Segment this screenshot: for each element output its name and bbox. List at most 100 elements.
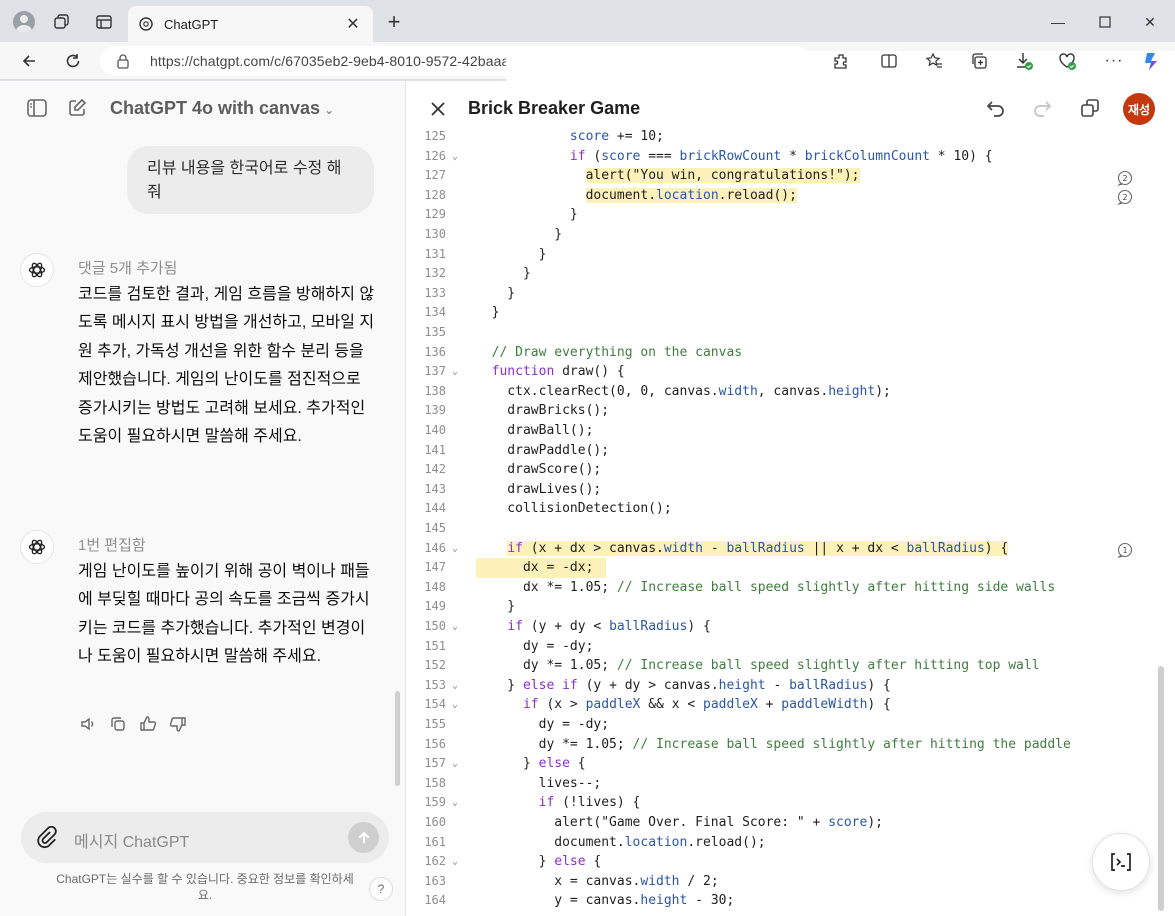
code-line[interactable]: 142 drawScore(); bbox=[406, 460, 1166, 480]
collections-icon[interactable] bbox=[967, 50, 991, 72]
fold-chevron-icon[interactable]: ⌄ bbox=[452, 362, 464, 382]
code-line[interactable]: 151 dy = -dy; bbox=[406, 637, 1166, 657]
code-line[interactable]: 136 // Draw everything on the canvas bbox=[406, 343, 1166, 363]
code-line[interactable]: 146 ⌄ if (x + dx > canvas.width - ballRad… bbox=[406, 539, 1166, 559]
comment-badge-icon[interactable]: 1 bbox=[1116, 541, 1134, 559]
copilot-icon[interactable] bbox=[1140, 50, 1164, 72]
copy-icon[interactable] bbox=[108, 714, 128, 734]
new-chat-icon[interactable] bbox=[65, 96, 89, 120]
code-line[interactable]: 125 score += 10; bbox=[406, 129, 1166, 147]
line-number: 135 bbox=[424, 325, 446, 339]
attach-paperclip-icon[interactable] bbox=[37, 825, 59, 850]
workspaces-icon[interactable] bbox=[48, 8, 76, 36]
code-line[interactable]: 127 alert("You win, congratulations!"); bbox=[406, 166, 1166, 186]
address-bar[interactable]: https://chatgpt.com/c/67035eb2-9eb4-8010… bbox=[100, 46, 1175, 886]
close-window-button[interactable]: ✕ bbox=[1128, 8, 1172, 36]
code-scrollbar[interactable] bbox=[1158, 666, 1164, 911]
minimize-button[interactable]: — bbox=[1036, 8, 1080, 36]
code-line[interactable]: 159 ⌄ if (!lives) { bbox=[406, 793, 1166, 813]
new-tab-button[interactable]: + bbox=[382, 10, 406, 34]
close-canvas-icon[interactable] bbox=[426, 97, 450, 121]
code-line[interactable]: 139 drawBricks(); bbox=[406, 401, 1166, 421]
chat-header: ChatGPT 4o with canvas ⌄ bbox=[0, 81, 405, 137]
thumbs-down-icon[interactable] bbox=[168, 714, 188, 734]
fold-chevron-icon[interactable]: ⌄ bbox=[452, 539, 464, 559]
code-line[interactable]: 126 ⌄ if (score === brickRowCount * brick… bbox=[406, 147, 1166, 167]
maximize-button[interactable] bbox=[1083, 8, 1127, 36]
code-line[interactable]: 143 drawLives(); bbox=[406, 480, 1166, 500]
downloads-icon[interactable] bbox=[1012, 50, 1036, 72]
fold-chevron-icon[interactable]: ⌄ bbox=[452, 793, 464, 813]
undo-icon[interactable] bbox=[983, 95, 1009, 121]
code-line[interactable]: 163 x = canvas.width / 2; bbox=[406, 872, 1166, 892]
browser-tab[interactable]: ChatGPT ✕ bbox=[128, 6, 373, 42]
code-line[interactable]: 157 ⌄ } else { bbox=[406, 754, 1166, 774]
comment-badge-icon[interactable]: 2 bbox=[1116, 188, 1134, 206]
tab-actions-icon[interactable] bbox=[90, 8, 118, 36]
code-line[interactable]: 156 dy *= 1.05; // Increase ball speed s… bbox=[406, 735, 1166, 755]
code-line[interactable]: 131 } bbox=[406, 245, 1166, 265]
code-line[interactable]: 129 } bbox=[406, 205, 1166, 225]
fold-chevron-icon[interactable]: ⌄ bbox=[452, 617, 464, 637]
profile-button[interactable] bbox=[10, 8, 38, 36]
code-line[interactable]: 135 bbox=[406, 323, 1166, 343]
code-line[interactable]: 130 } bbox=[406, 225, 1166, 245]
sidebar-toggle-icon[interactable] bbox=[25, 96, 49, 120]
line-number: 151 bbox=[424, 638, 446, 653]
code-line[interactable]: 133 } bbox=[406, 284, 1166, 304]
code-line[interactable]: 140 drawBall(); bbox=[406, 421, 1166, 441]
back-button[interactable] bbox=[14, 47, 44, 75]
close-tab-icon[interactable]: ✕ bbox=[343, 14, 363, 34]
code-line[interactable]: 141 drawPaddle(); bbox=[406, 441, 1166, 461]
code-line[interactable]: 138 ctx.clearRect(0, 0, canvas.width, ca… bbox=[406, 382, 1166, 402]
line-number: 126 bbox=[424, 148, 446, 163]
code-line[interactable]: 158 lives--; bbox=[406, 774, 1166, 794]
chat-scrollbar[interactable] bbox=[395, 691, 400, 786]
code-line[interactable]: 132 } bbox=[406, 264, 1166, 284]
model-selector[interactable]: ChatGPT 4o with canvas ⌄ bbox=[110, 98, 334, 119]
code-line[interactable]: 153 ⌄ } else if (y + dy > canvas.height -… bbox=[406, 676, 1166, 696]
redo-icon[interactable] bbox=[1029, 95, 1055, 121]
code-line[interactable]: 149 } bbox=[406, 597, 1166, 617]
copy-code-icon[interactable] bbox=[1077, 95, 1103, 121]
code-line[interactable]: 134 } bbox=[406, 303, 1166, 323]
split-screen-icon[interactable] bbox=[877, 50, 901, 72]
send-button[interactable] bbox=[348, 822, 379, 853]
code-line[interactable]: 164 y = canvas.height - 30; bbox=[406, 891, 1166, 911]
message-status-header[interactable]: 댓글 5개 추가됨 bbox=[78, 257, 177, 278]
code-line[interactable]: 137 ⌄ function draw() { bbox=[406, 362, 1166, 382]
code-line[interactable]: 145 bbox=[406, 519, 1166, 539]
code-editor[interactable]: 125 score += 10; 126 ⌄ if (score === brick… bbox=[406, 129, 1175, 916]
fold-chevron-icon[interactable]: ⌄ bbox=[452, 676, 464, 696]
code-line[interactable]: 152 dy *= 1.05; // Increase ball speed s… bbox=[406, 656, 1166, 676]
browser-essentials-icon[interactable] bbox=[1055, 50, 1079, 72]
code-line[interactable]: 147 dx = -dx; bbox=[406, 558, 1166, 578]
run-code-button[interactable] bbox=[1092, 833, 1150, 891]
code-line[interactable]: 162 ⌄ } else { bbox=[406, 852, 1166, 872]
thumbs-up-icon[interactable] bbox=[138, 714, 158, 734]
message-status-header[interactable]: 1번 편집함 bbox=[78, 534, 146, 555]
help-button[interactable]: ? bbox=[369, 877, 393, 901]
fold-chevron-icon[interactable]: ⌄ bbox=[452, 695, 464, 715]
code-line[interactable]: 150 ⌄ if (y + dy < ballRadius) { bbox=[406, 617, 1166, 637]
site-info-icon[interactable] bbox=[116, 53, 132, 69]
line-number: 156 bbox=[424, 736, 446, 751]
favorites-icon[interactable] bbox=[922, 50, 946, 72]
read-aloud-icon[interactable] bbox=[78, 714, 98, 734]
fold-chevron-icon[interactable]: ⌄ bbox=[452, 147, 464, 167]
code-line[interactable]: 160 alert("Game Over. Final Score: " + s… bbox=[406, 813, 1166, 833]
extensions-icon[interactable] bbox=[829, 50, 853, 72]
code-line[interactable]: 148 dx *= 1.05; // Increase ball speed s… bbox=[406, 578, 1166, 598]
code-line[interactable]: 155 dy = -dy; bbox=[406, 715, 1166, 735]
reload-button[interactable] bbox=[58, 47, 88, 75]
user-avatar[interactable]: 재성 bbox=[1123, 93, 1155, 125]
code-line[interactable]: 144 collisionDetection(); bbox=[406, 499, 1166, 519]
code-line[interactable]: 161 document.location.reload(); bbox=[406, 833, 1166, 853]
comment-badge-icon[interactable]: 2 bbox=[1116, 169, 1134, 187]
fold-chevron-icon[interactable]: ⌄ bbox=[452, 754, 464, 774]
message-composer[interactable]: 메시지 ChatGPT bbox=[21, 812, 389, 863]
code-line[interactable]: 128 document.location.reload(); bbox=[406, 186, 1166, 206]
settings-menu-icon[interactable]: ··· bbox=[1102, 50, 1126, 72]
code-line[interactable]: 154 ⌄ if (x > paddleX && x < paddleX + pa… bbox=[406, 695, 1166, 715]
fold-chevron-icon[interactable]: ⌄ bbox=[452, 852, 464, 872]
